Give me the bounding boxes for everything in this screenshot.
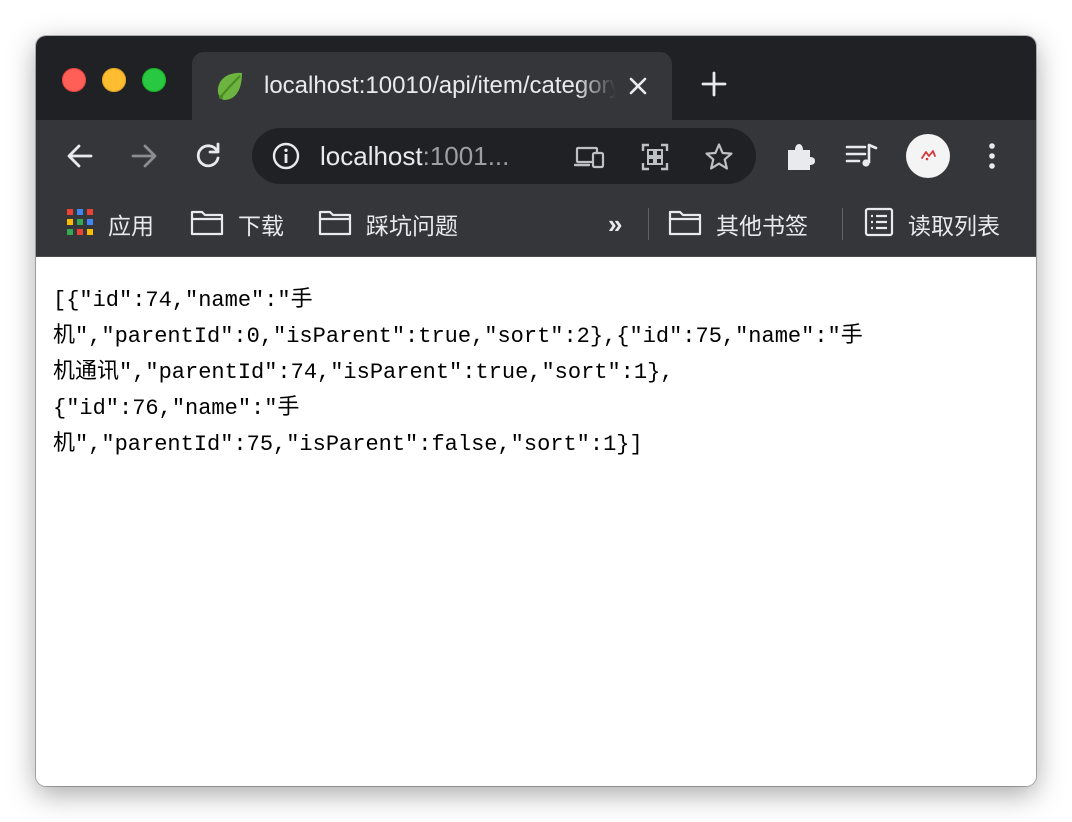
- tab-title: localhost:10010/api/item/category/list?p…: [264, 70, 616, 102]
- folder-icon: [190, 208, 224, 241]
- bookmark-folder-downloads[interactable]: 下载: [190, 204, 284, 244]
- bookmark-label: 下载: [238, 214, 284, 240]
- json-line: 机","parentId":75,"isParent":false,"sort"…: [53, 432, 643, 457]
- cast-devices-icon[interactable]: [573, 142, 605, 172]
- profile-avatar[interactable]: [906, 134, 950, 178]
- new-tab-icon[interactable]: [700, 70, 728, 98]
- json-response-text: [{"id":74,"name":"手 机","parentId":0,"isP…: [53, 283, 1023, 463]
- toolbar: localhost:1001...: [36, 120, 1036, 192]
- reload-icon[interactable]: [190, 138, 226, 174]
- media-queue-icon[interactable]: [844, 138, 880, 174]
- reading-list-label: 读取列表: [908, 214, 1000, 240]
- url-host: localhost: [320, 141, 423, 171]
- minimize-window-button[interactable]: [102, 68, 126, 92]
- bookmark-star-icon[interactable]: [704, 142, 734, 172]
- reading-list-icon: [864, 207, 894, 242]
- json-line: [{"id":74,"name":"手: [53, 288, 313, 313]
- bookmarks-overflow-button[interactable]: »: [608, 206, 622, 242]
- extensions-puzzle-icon[interactable]: [782, 138, 818, 174]
- bookmark-other-label: 其他书签: [716, 214, 808, 240]
- apps-grid-icon: [66, 208, 94, 241]
- active-tab[interactable]: localhost:10010/api/item/category/list?p…: [192, 52, 672, 120]
- bookmarks-bar: 应用 下载 踩坑问题 » 其他书签 读取列表: [36, 192, 1036, 257]
- json-line: 机","parentId":0,"isParent":true,"sort":2…: [53, 324, 863, 349]
- bookmarks-divider: [648, 208, 649, 240]
- address-bar[interactable]: localhost:1001...: [252, 128, 756, 184]
- qr-code-icon[interactable]: [640, 142, 670, 172]
- bookmark-folder-pitfalls[interactable]: 踩坑问题: [318, 204, 458, 244]
- browser-window: localhost:10010/api/item/category/list?p…: [36, 36, 1036, 786]
- more-menu-icon[interactable]: [974, 138, 1010, 174]
- bookmark-other-bookmarks[interactable]: 其他书签: [668, 204, 808, 244]
- url-rest: :1001...: [422, 141, 510, 171]
- json-line: {"id":76,"name":"手: [53, 396, 300, 421]
- zoom-window-button[interactable]: [142, 68, 166, 92]
- bookmark-label: 踩坑问题: [366, 214, 458, 240]
- close-tab-icon[interactable]: [624, 72, 652, 100]
- folder-icon: [318, 208, 352, 241]
- site-info-icon[interactable]: [272, 142, 300, 170]
- folder-icon: [668, 208, 702, 241]
- forward-arrow-icon[interactable]: [126, 138, 162, 174]
- bookmark-apps-label: 应用: [108, 214, 154, 240]
- bookmark-apps[interactable]: 应用: [66, 204, 154, 244]
- json-line: 机通讯","parentId":74,"isParent":true,"sort…: [53, 360, 674, 385]
- tab-strip: localhost:10010/api/item/category/list?p…: [36, 36, 1036, 120]
- spring-leaf-icon: [214, 70, 246, 102]
- back-arrow-icon[interactable]: [62, 138, 98, 174]
- close-window-button[interactable]: [62, 68, 86, 92]
- url-text[interactable]: localhost:1001...: [320, 140, 509, 172]
- page-content: [{"id":74,"name":"手 机","parentId":0,"isP…: [36, 257, 1036, 786]
- bookmarks-divider: [842, 208, 843, 240]
- reading-list-button[interactable]: 读取列表: [864, 204, 1000, 244]
